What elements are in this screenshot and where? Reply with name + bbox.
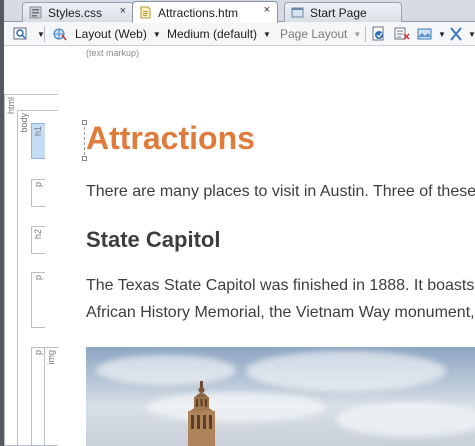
- tab-label: Attractions.htm: [158, 5, 239, 20]
- capitol-dome-image: [188, 381, 215, 446]
- toolbar-divider: [365, 26, 366, 42]
- ruler-tag-h1[interactable]: h1: [31, 123, 45, 159]
- start-page-icon: [291, 7, 304, 18]
- ruler-tag-label: body: [19, 113, 29, 133]
- tab-label: Styles.css: [48, 5, 103, 20]
- paragraph-capitol-line2[interactable]: African History Memorial, the Vietnam Wa…: [86, 304, 475, 322]
- chevron-down-icon: ▼: [438, 29, 446, 39]
- ruler-tag-label: p: [33, 182, 43, 188]
- tab-label: Start Page: [310, 5, 367, 20]
- size-dropdown[interactable]: Medium (default) ▼: [167, 26, 271, 42]
- spell-check-icon[interactable]: [370, 25, 388, 43]
- layout-web-icon[interactable]: [51, 25, 69, 43]
- ruler-tag-label: html: [6, 97, 16, 115]
- chevron-down-icon: ▼: [353, 29, 362, 39]
- page-layout-dropdown[interactable]: Page Layout ▼: [280, 26, 361, 42]
- tab-start-page[interactable]: Start Page: [284, 2, 402, 22]
- chevron-down-icon: ▼: [152, 29, 161, 39]
- ruler-tag-p[interactable]: p: [31, 179, 45, 207]
- layout-dropdown-label: Layout (Web): [75, 27, 147, 41]
- ruler-tag-img[interactable]: img: [44, 347, 58, 446]
- ruler-tag-label: h2: [33, 229, 43, 240]
- chevron-down-icon: ▼: [263, 29, 271, 39]
- close-icon[interactable]: ×: [264, 4, 270, 16]
- ruler-tag-p[interactable]: p: [31, 272, 45, 328]
- size-dropdown-label: Medium (default): [167, 27, 258, 41]
- capitol-photo[interactable]: [86, 347, 475, 446]
- ruler-tag-label: p: [33, 350, 43, 356]
- chevron-down-icon: ▼: [468, 29, 475, 39]
- paragraph-intro[interactable]: There are many places to visit in Austin…: [86, 183, 475, 201]
- accessibility-check-icon[interactable]: [393, 25, 411, 43]
- ruler-tag-label: img: [46, 350, 56, 365]
- heading-attractions[interactable]: Attractions: [86, 120, 255, 157]
- layout-dropdown[interactable]: Layout (Web) ▼: [75, 26, 161, 42]
- ruler-tag-label: p: [33, 275, 43, 281]
- tab-attractions-htm[interactable]: Attractions.htm ×: [132, 1, 278, 23]
- zoom-view-icon[interactable]: [12, 25, 30, 43]
- symbol-dropdown[interactable]: ▼: [462, 26, 475, 42]
- htm-file-icon: [140, 6, 151, 19]
- ruler-tag-h2[interactable]: h2: [31, 226, 45, 254]
- toolbar-divider: [44, 26, 45, 42]
- picture-dropdown[interactable]: ▼: [432, 26, 446, 42]
- tab-styles-css[interactable]: Styles.css ×: [22, 2, 134, 22]
- heading-state-capitol[interactable]: State Capitol: [86, 227, 220, 253]
- close-icon[interactable]: ×: [120, 5, 126, 17]
- text-markup-label: (text markup): [86, 48, 140, 58]
- zoom-dropdown[interactable]: ▼: [31, 26, 45, 42]
- document-tabstrip: Styles.css × Start Page Attractions.htm …: [4, 0, 475, 23]
- paragraph-capitol-line1[interactable]: The Texas State Capitol was finished in …: [86, 277, 474, 295]
- css-file-icon: [29, 6, 42, 19]
- page-layout-label: Page Layout: [280, 27, 348, 41]
- ruler-tag-label: h1: [33, 126, 43, 137]
- design-toolbar: ▼ Layout (Web) ▼ Medium (default) ▼ Page…: [4, 22, 475, 46]
